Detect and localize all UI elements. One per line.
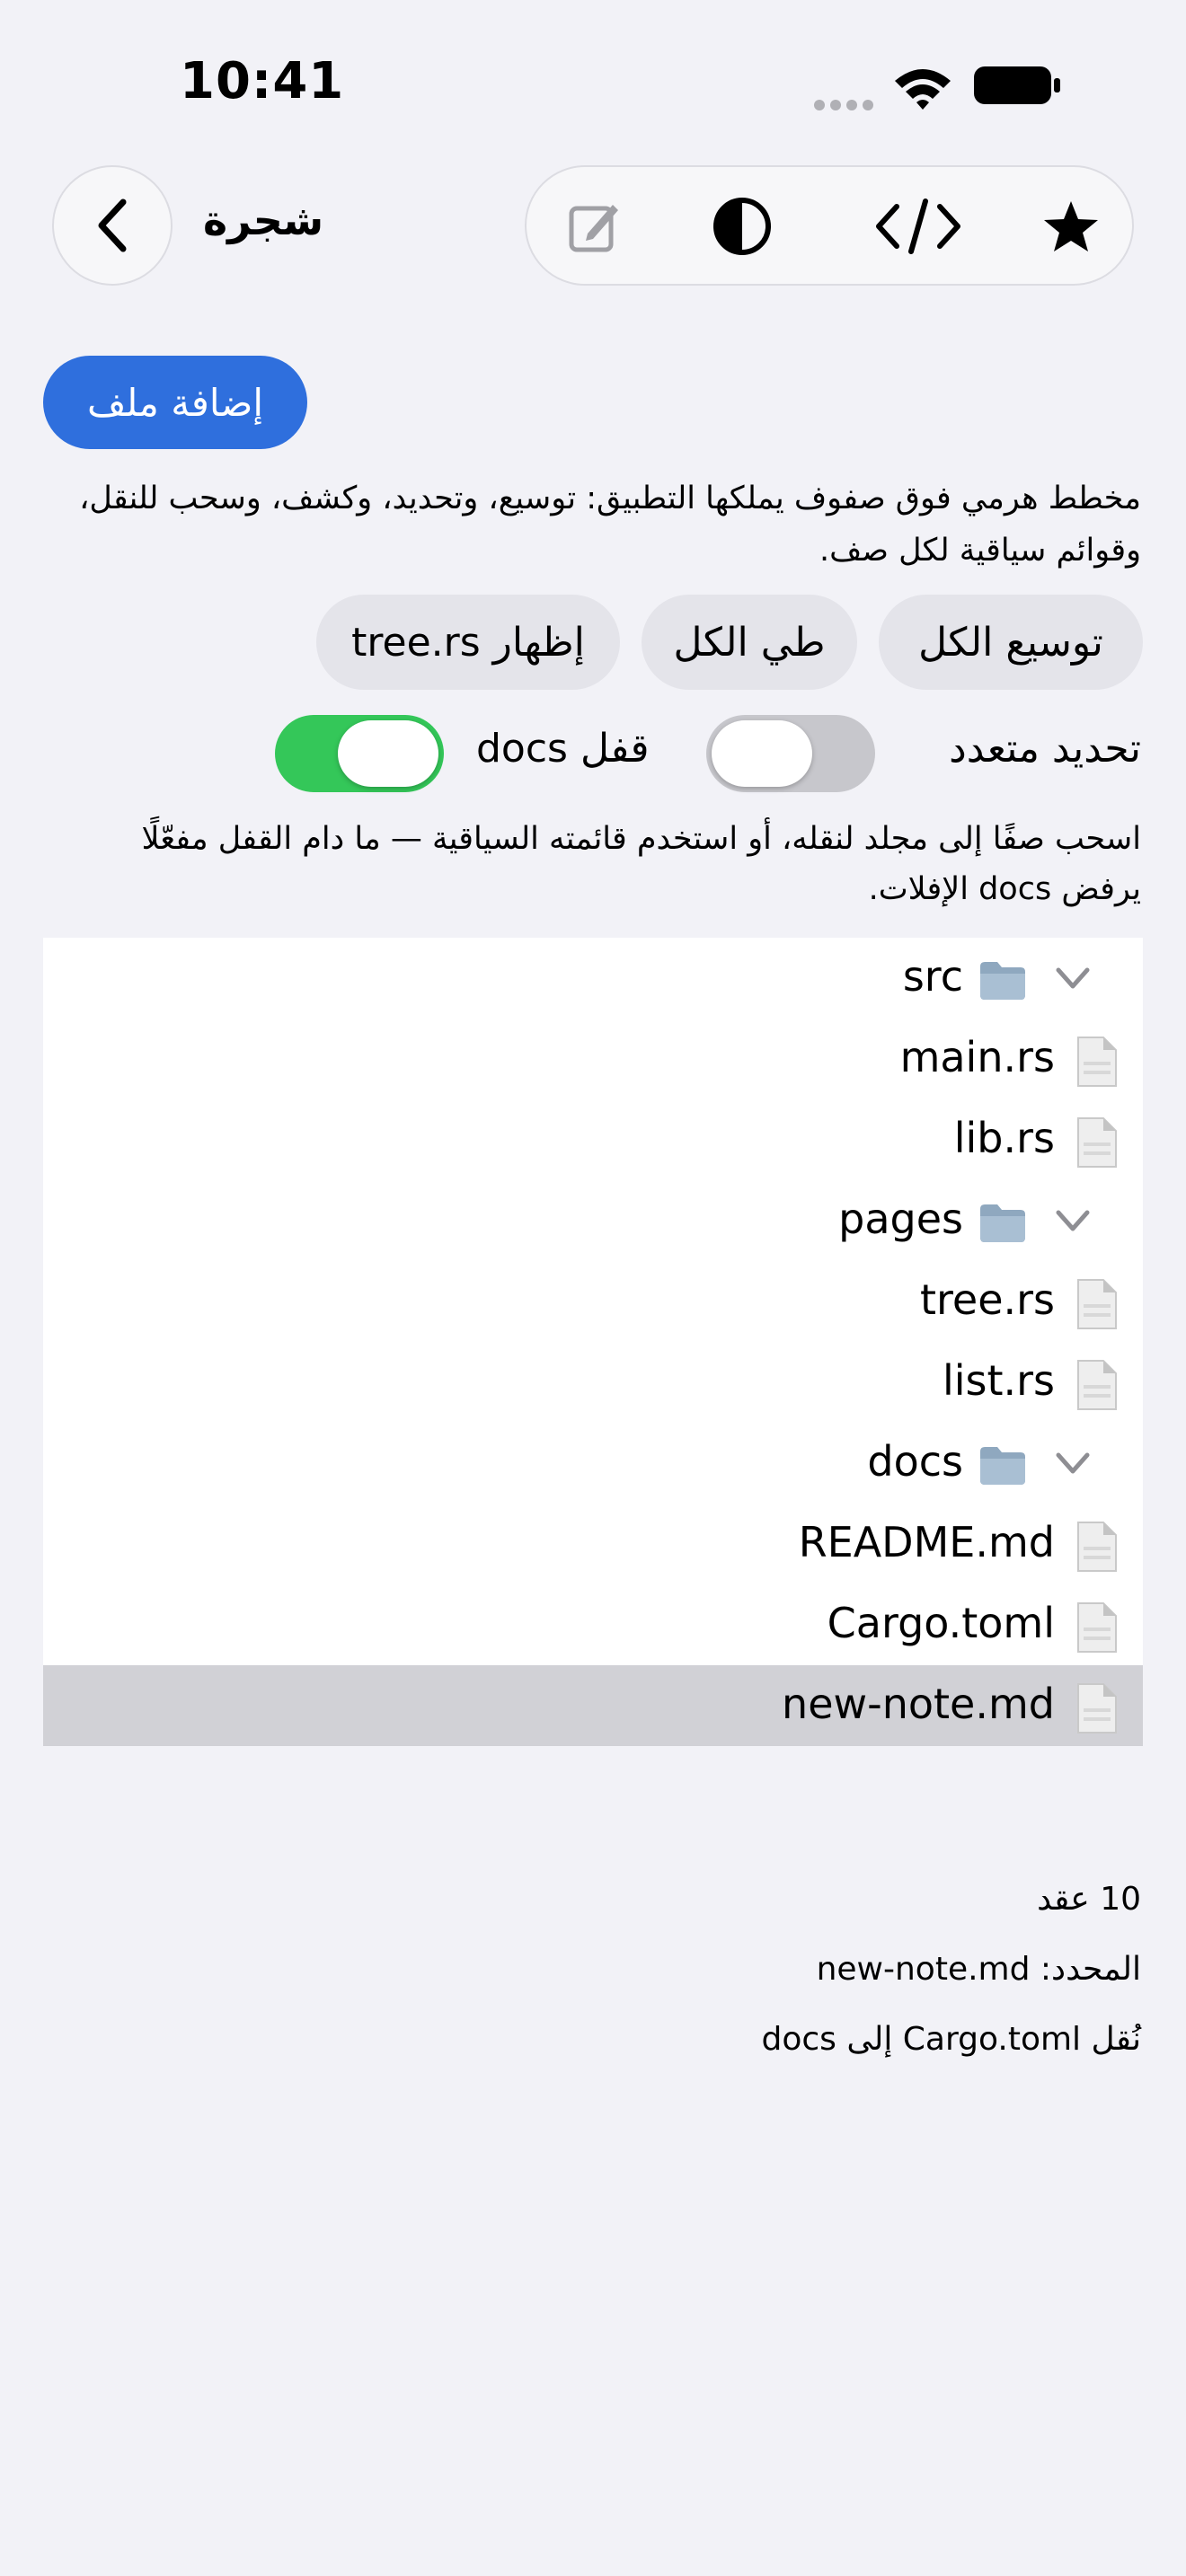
tree-folder-row[interactable]: pages <box>43 1180 1143 1261</box>
tree-file-row[interactable]: Cargo.toml <box>43 1584 1143 1665</box>
file-icon <box>1071 1277 1121 1331</box>
tree-file-row[interactable]: lib.rs <box>43 1099 1143 1180</box>
lock-docs-switch[interactable] <box>275 715 444 792</box>
file-icon <box>1071 1681 1121 1735</box>
selected-status: المحدد: new-note.md <box>816 1951 1141 1988</box>
star-icon <box>1044 201 1098 251</box>
tree-row-label: pages <box>838 1195 963 1243</box>
tree-row-label: README.md <box>798 1518 1055 1566</box>
source-code-button[interactable] <box>873 194 963 259</box>
folder-icon <box>978 1439 1028 1493</box>
tree-file-row[interactable]: list.rs <box>43 1342 1143 1423</box>
description-text: مخطط هرمي فوق صفوف يملكها التطبيق: توسيع… <box>79 481 1141 569</box>
appearance-button[interactable] <box>710 194 774 259</box>
multi-select-label: تحديد متعدد <box>949 726 1141 772</box>
toolbar <box>525 165 1134 286</box>
file-icon <box>1071 1116 1121 1169</box>
file-icon <box>1071 1358 1121 1412</box>
compose-icon <box>569 205 618 252</box>
switch-knob <box>338 720 438 787</box>
file-tree: src main.rs lib.rs pages tree.rs list.rs docs R… <box>43 938 1143 1746</box>
folder-icon <box>978 954 1028 1008</box>
wifi-icon <box>895 69 951 110</box>
chevron-down-icon[interactable] <box>1053 963 1093 995</box>
tree-row-label: new-note.md <box>782 1680 1055 1728</box>
page-title: شجرة <box>203 196 324 244</box>
expand-all-button[interactable]: توسيع الكل <box>879 595 1143 690</box>
tree-row-label: Cargo.toml <box>827 1599 1055 1647</box>
hint-text: اسحب صفًا إلى مجلد لنقله، أو استخدم قائم… <box>141 821 1141 907</box>
multi-select-switch[interactable] <box>706 715 875 792</box>
tree-row-label: docs <box>867 1437 963 1486</box>
tree-row-label: main.rs <box>899 1033 1055 1081</box>
tree-row-label: lib.rs <box>953 1114 1055 1162</box>
chevron-down-icon[interactable] <box>1053 1205 1093 1238</box>
add-file-button[interactable]: إضافة ملف <box>43 356 307 449</box>
collapse-all-button[interactable]: طي الكل <box>642 595 857 690</box>
file-icon <box>1071 1520 1121 1574</box>
lock-docs-label: قفل docs <box>476 726 650 772</box>
tree-row-label: tree.rs <box>919 1275 1055 1324</box>
back-button[interactable] <box>52 165 173 286</box>
chevron-left-icon <box>98 198 127 252</box>
tree-row-label: src <box>902 952 963 1001</box>
tree-row-label: list.rs <box>942 1356 1055 1405</box>
chevron-down-icon[interactable] <box>1053 1448 1093 1480</box>
folder-icon <box>978 1196 1028 1250</box>
battery-icon <box>974 66 1060 104</box>
file-icon <box>1071 1601 1121 1654</box>
tree-folder-row[interactable]: docs <box>43 1423 1143 1504</box>
last-action-status: نُقل Cargo.toml إلى docs <box>761 2021 1141 2058</box>
edit-button[interactable] <box>562 194 627 259</box>
tree-file-row[interactable]: tree.rs <box>43 1261 1143 1342</box>
contrast-icon <box>713 198 771 255</box>
node-count: 10 عقد <box>1037 1881 1141 1918</box>
favorite-button[interactable] <box>1039 194 1103 259</box>
show-tree-rs-button[interactable]: إظهار tree.rs <box>316 595 620 690</box>
signal-dots-icon <box>814 100 873 110</box>
switch-knob <box>712 720 812 787</box>
file-icon <box>1071 1035 1121 1089</box>
tree-file-row[interactable]: main.rs <box>43 1019 1143 1099</box>
tree-folder-row[interactable]: src <box>43 938 1143 1019</box>
status-time: 10:41 <box>180 52 345 110</box>
code-icon <box>876 198 960 254</box>
tree-file-row[interactable]: README.md <box>43 1504 1143 1584</box>
tree-file-row[interactable]: new-note.md <box>43 1665 1143 1746</box>
